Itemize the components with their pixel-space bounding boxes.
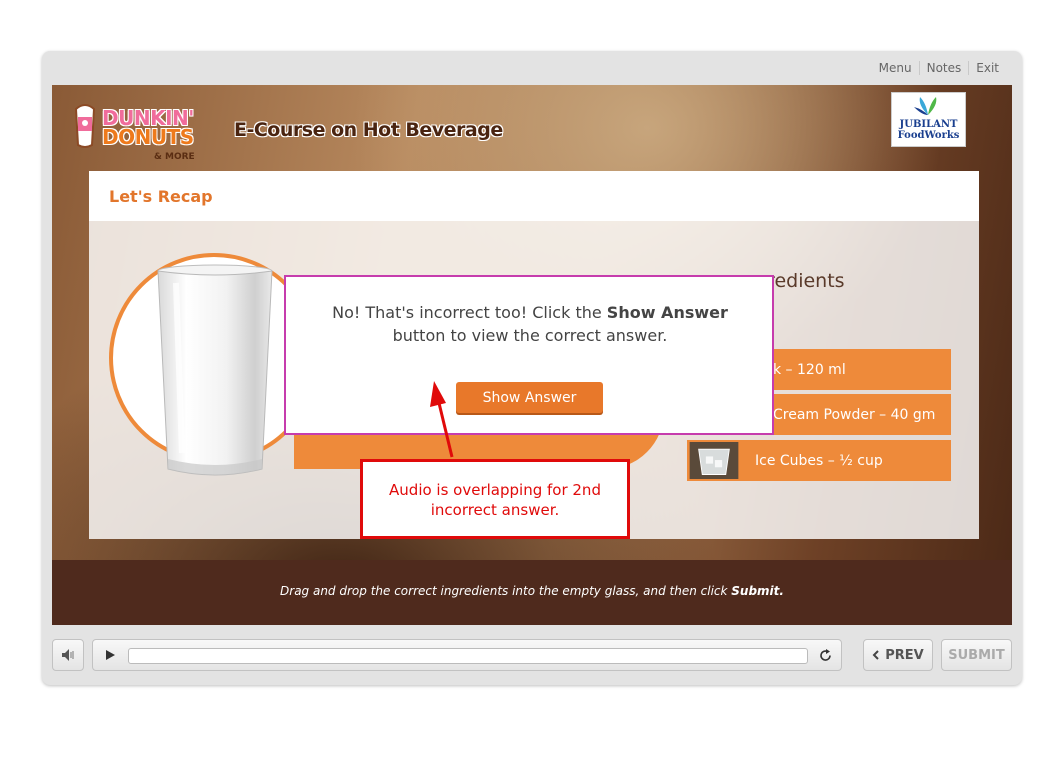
feedback-message-bold: Show Answer bbox=[606, 303, 728, 322]
replay-icon[interactable] bbox=[818, 648, 833, 663]
menu-link[interactable]: Menu bbox=[872, 61, 919, 75]
seek-bar-container bbox=[92, 639, 842, 671]
partner-line1: JUBILANT bbox=[899, 119, 958, 130]
slide-stage: DUNKIN' DONUTS & MORE E-Course on Hot Be… bbox=[52, 85, 1012, 625]
brand-logo: DUNKIN' DONUTS bbox=[102, 108, 194, 149]
footer-instruction: Drag and drop the correct ingredients in… bbox=[52, 584, 1012, 598]
partner-logo: JUBILANT FoodWorks bbox=[891, 92, 966, 147]
seek-bar[interactable] bbox=[128, 648, 808, 664]
ingredient-label: Ice Cubes – ½ cup bbox=[755, 452, 883, 469]
play-icon[interactable] bbox=[104, 649, 116, 661]
ingredient-label: k – 120 ml bbox=[773, 361, 846, 378]
feedback-dialog: No! That's incorrect too! Click the Show… bbox=[284, 275, 774, 435]
playback-controls: PREV SUBMIT bbox=[52, 639, 1012, 673]
exit-link[interactable]: Exit bbox=[968, 61, 1006, 75]
instruction-footer: Drag and drop the correct ingredients in… bbox=[52, 560, 1012, 625]
partner-line2: FoodWorks bbox=[897, 130, 960, 141]
prev-label: PREV bbox=[885, 647, 924, 663]
feedback-message-end: button to view the correct answer. bbox=[392, 326, 668, 345]
footer-instruction-bold: Submit. bbox=[731, 584, 784, 598]
top-nav: Menu Notes Exit bbox=[872, 61, 1006, 75]
course-player: Menu Notes Exit DUNKIN' DONUTS & MORE E-… bbox=[42, 51, 1022, 685]
footer-instruction-text: Drag and drop the correct ingredients in… bbox=[280, 584, 732, 598]
ingredient-label: Cream Powder – 40 gm bbox=[773, 406, 936, 423]
empty-glass-image[interactable] bbox=[156, 263, 274, 481]
notes-link[interactable]: Notes bbox=[918, 61, 969, 75]
chevron-left-icon bbox=[872, 650, 879, 660]
submit-label: SUBMIT bbox=[948, 647, 1005, 663]
recap-header: Let's Recap bbox=[89, 171, 979, 221]
speaker-icon bbox=[62, 649, 74, 661]
brand-more: & MORE bbox=[154, 152, 195, 162]
ingredient-option-ice-cubes[interactable]: Ice Cubes – ½ cup bbox=[687, 440, 951, 481]
ice-cubes-thumbnail-icon bbox=[687, 440, 741, 481]
prev-button[interactable]: PREV bbox=[863, 639, 933, 671]
leaf-icon bbox=[914, 97, 937, 115]
feedback-message: No! That's incorrect too! Click the Show… bbox=[310, 301, 750, 347]
annotation-callout: Audio is overlapping for 2nd incorrect a… bbox=[360, 459, 630, 539]
slide-header: DUNKIN' DONUTS & MORE E-Course on Hot Be… bbox=[52, 85, 1012, 171]
course-title: E-Course on Hot Beverage bbox=[234, 119, 503, 141]
brand-line2: DONUTS bbox=[102, 125, 194, 149]
feedback-message-start: No! That's incorrect too! Click the bbox=[332, 303, 607, 322]
recap-title: Let's Recap bbox=[109, 187, 213, 206]
submit-button[interactable]: SUBMIT bbox=[941, 639, 1012, 671]
annotation-text: Audio is overlapping for 2nd incorrect a… bbox=[389, 481, 601, 519]
volume-button[interactable] bbox=[52, 639, 84, 671]
show-answer-button[interactable]: Show Answer bbox=[456, 382, 603, 413]
coffee-cup-logo-icon bbox=[74, 104, 96, 148]
